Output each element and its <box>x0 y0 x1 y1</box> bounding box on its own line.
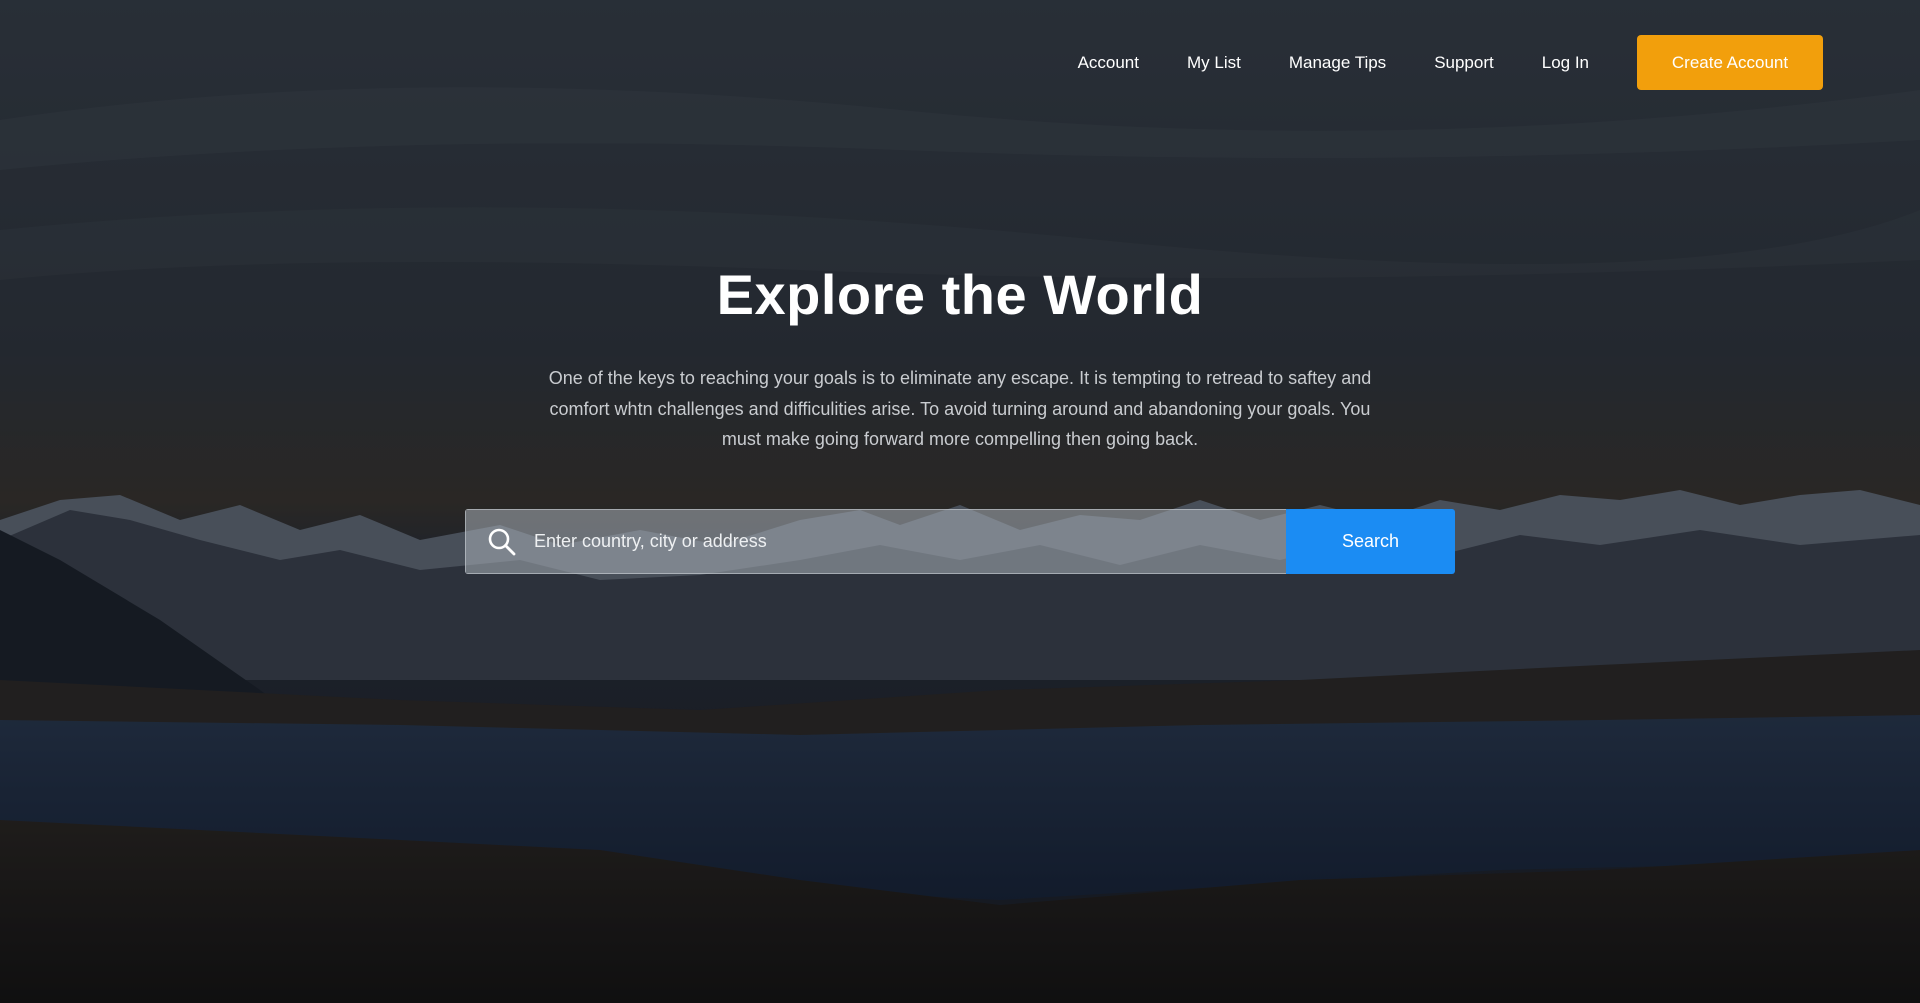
top-navigation: Account My List Manage Tips Support Log … <box>1078 35 1823 90</box>
create-account-button[interactable]: Create Account <box>1637 35 1823 90</box>
nav-link-manage-tips[interactable]: Manage Tips <box>1289 53 1386 73</box>
search-input[interactable] <box>532 509 1286 574</box>
page-title: Explore the World <box>716 263 1204 326</box>
nav-link-log-in[interactable]: Log In <box>1542 53 1589 73</box>
nav-link-my-list[interactable]: My List <box>1187 53 1241 73</box>
search-bar: Search <box>465 509 1455 574</box>
search-field[interactable] <box>465 509 1286 574</box>
nav-link-account[interactable]: Account <box>1078 53 1139 73</box>
hero-description: One of the keys to reaching your goals i… <box>548 368 1372 449</box>
search-icon <box>486 526 518 558</box>
hero-section: Account My List Manage Tips Support Log … <box>0 0 1920 1003</box>
search-button[interactable]: Search <box>1286 509 1455 574</box>
dark-overlay <box>0 0 1920 1003</box>
nav-link-support[interactable]: Support <box>1434 53 1494 73</box>
